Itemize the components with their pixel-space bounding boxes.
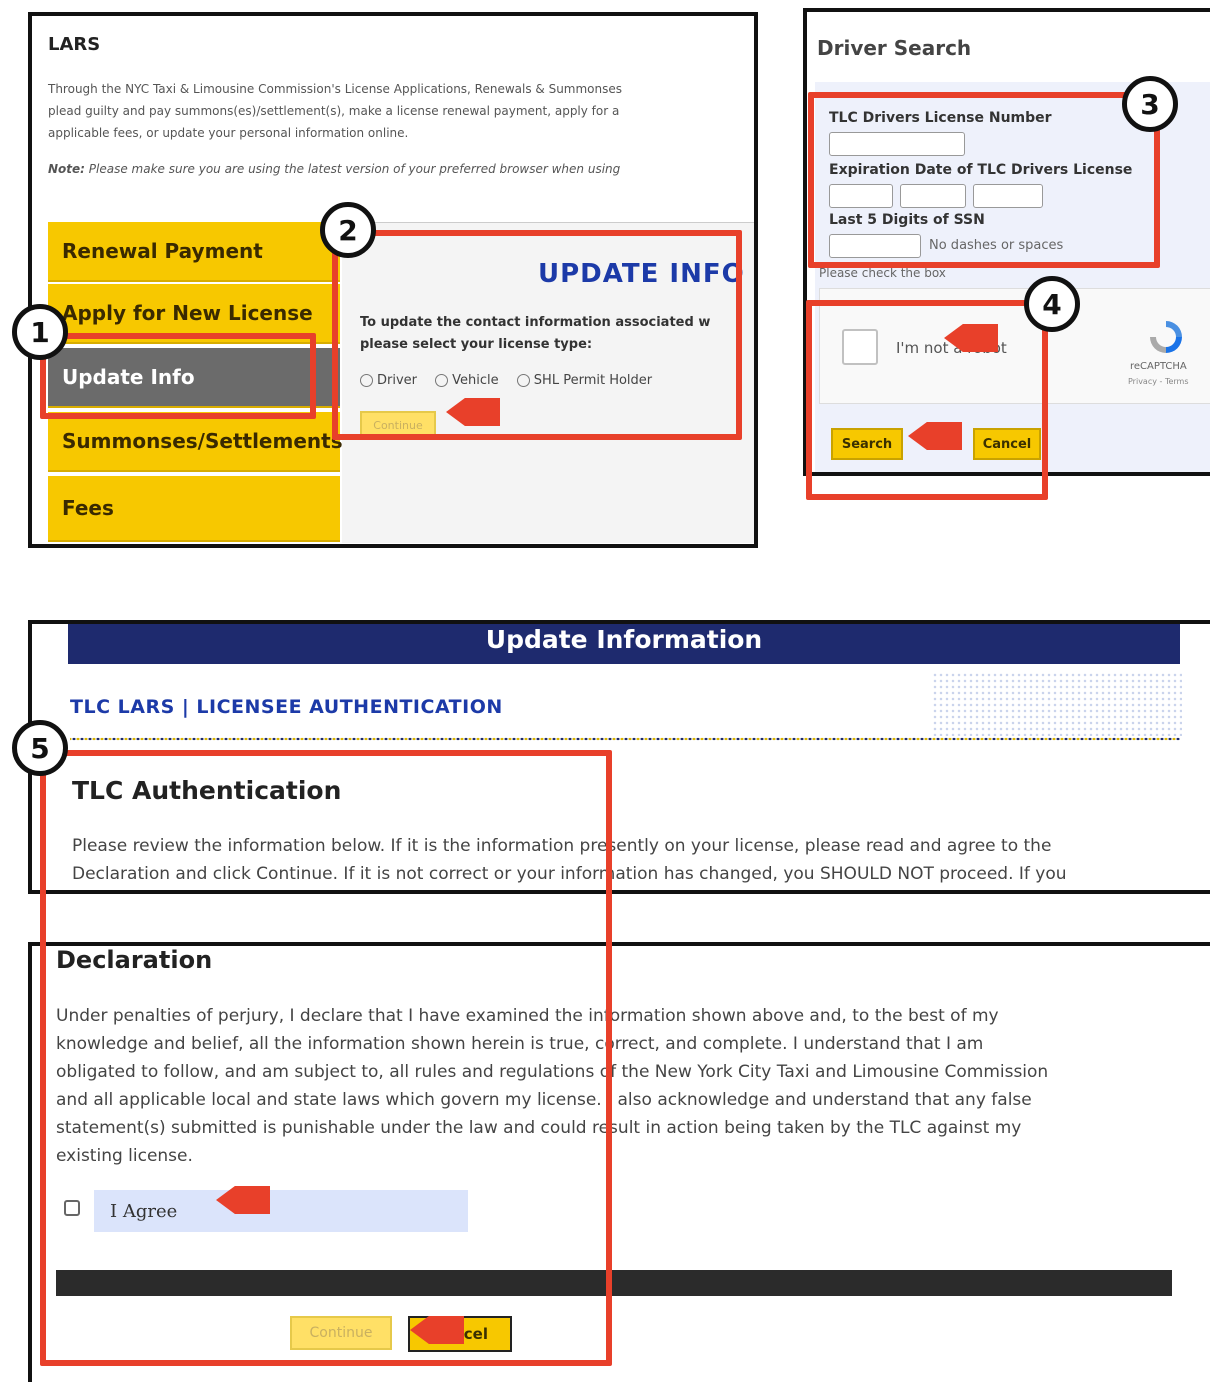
lars-note-label: Note: (48, 162, 85, 176)
step-badge-4: 4 (1024, 276, 1080, 332)
tab-label: Apply for New License (62, 301, 313, 325)
lars-intro-line2: plead guilty and pay summons(es)/settlem… (48, 104, 620, 118)
recaptcha-logo-icon (1146, 317, 1186, 357)
lars-intro-line3: applicable fees, or update your personal… (48, 126, 409, 140)
step-badge-2: 2 (320, 202, 376, 258)
step-number: 2 (338, 213, 358, 247)
step-number: 5 (30, 731, 50, 765)
highlight-captcha-search (806, 300, 1048, 500)
lars-note-text: Please make sure you are using the lates… (88, 162, 621, 176)
tab-label: Summonses/Settlements (62, 429, 343, 453)
highlight-license-type-panel (332, 230, 742, 440)
recaptcha-links[interactable]: Privacy - Terms (1128, 377, 1189, 386)
tab-summonses-settlements[interactable]: Summonses/Settlements (48, 412, 343, 472)
tab-renewal-payment[interactable]: Renewal Payment (48, 222, 340, 282)
dotted-divider (70, 736, 1180, 742)
highlight-update-info-tab (40, 333, 316, 419)
subheader-pattern (932, 672, 1182, 736)
lars-title: LARS (48, 34, 101, 55)
step-number: 3 (1140, 87, 1160, 121)
step-number: 4 (1042, 287, 1062, 321)
step-badge-1: 1 (12, 304, 68, 360)
check-box-hint: Please check the box (819, 266, 946, 280)
step-number: 1 (30, 315, 50, 349)
lars-note: Note: Please make sure you are using the… (48, 162, 620, 176)
tab-fees[interactable]: Fees (48, 476, 340, 542)
step-badge-3: 3 (1122, 76, 1178, 132)
highlight-declaration (40, 750, 612, 1366)
banner-title: Update Information (485, 624, 763, 654)
update-information-banner: Update Information (68, 624, 1180, 664)
step-badge-5: 5 (12, 720, 68, 776)
tab-label: Renewal Payment (62, 239, 263, 263)
tab-label: Fees (62, 496, 114, 520)
highlight-driver-search-fields (808, 92, 1160, 268)
licensee-auth-subheader: TLC LARS | LICENSEE AUTHENTICATION (70, 696, 503, 718)
recaptcha-brand: reCAPTCHA (1130, 361, 1187, 372)
lars-intro-line1: Through the NYC Taxi & Limousine Commiss… (48, 82, 623, 96)
driver-search-title: Driver Search (817, 36, 972, 60)
